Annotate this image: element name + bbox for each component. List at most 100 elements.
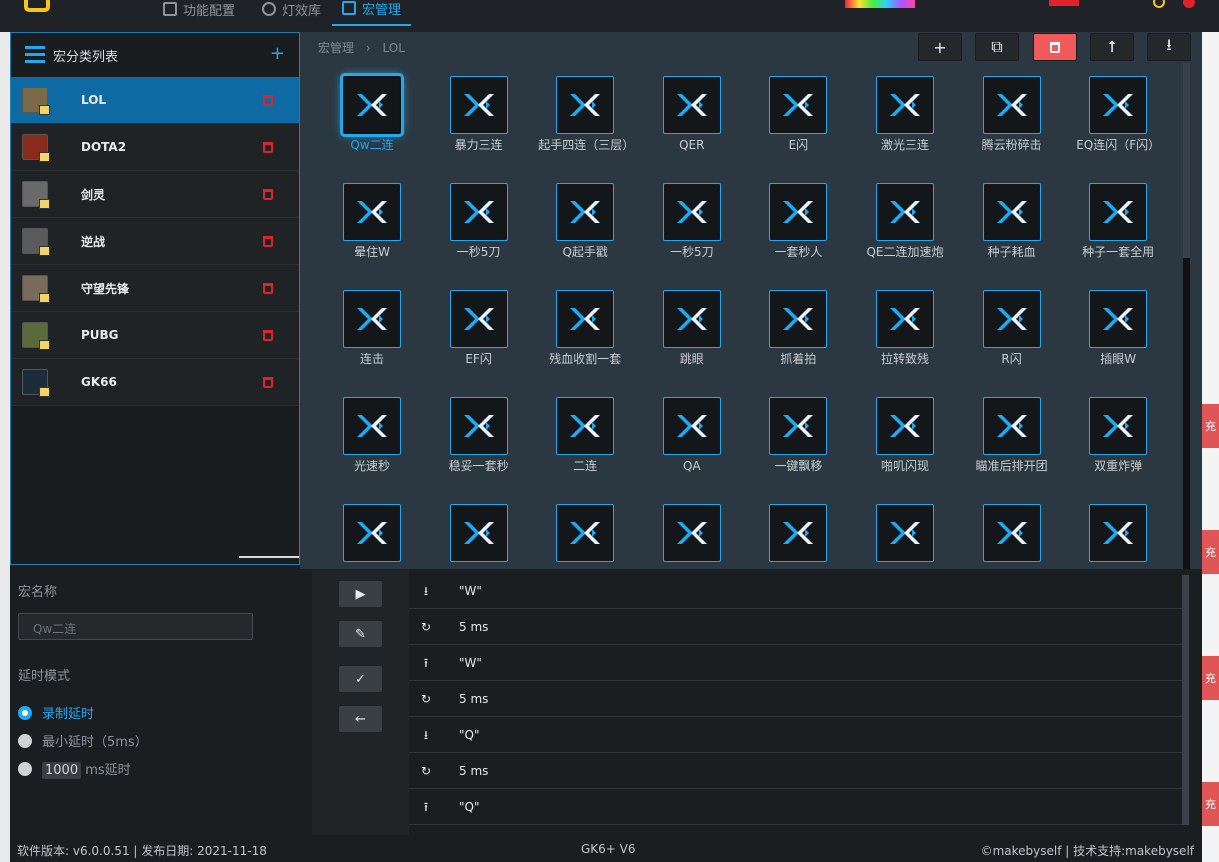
macro-label: 一键飘移	[774, 459, 823, 473]
macro-icon	[556, 76, 615, 134]
macro-step[interactable]: ↻ 5 ms	[409, 753, 1184, 789]
macro-tile[interactable]: EQ连闪（F闪）	[1065, 76, 1171, 152]
macro-icon	[982, 290, 1041, 348]
close-icon[interactable]	[1183, 0, 1195, 8]
macro-tile[interactable]: 插眼W	[1065, 290, 1171, 366]
macro-tile[interactable]: 抓着拍	[745, 290, 851, 366]
macro-tile[interactable]: 稳妥一套秒	[426, 397, 532, 473]
trash-icon[interactable]	[263, 235, 273, 247]
trash-icon[interactable]	[263, 329, 273, 341]
radio-custom-delay[interactable]: 1000 ms延时	[18, 759, 131, 779]
macro-icon	[769, 290, 828, 348]
macro-step[interactable]: ⭳ "Q"	[409, 717, 1184, 753]
radio-record-delay[interactable]: 录制延时	[18, 703, 94, 722]
grid-scrollbar-thumb[interactable]	[1183, 258, 1190, 573]
macro-tile[interactable]: QER	[639, 76, 745, 152]
nav-tab-lighting[interactable]: 灯效库	[262, 0, 321, 26]
macro-tile[interactable]: QA	[639, 397, 745, 473]
macro-tile[interactable]	[426, 504, 532, 567]
macro-tile[interactable]: EF闪	[426, 290, 532, 366]
macro-tile[interactable]: 暴力三连	[426, 76, 532, 152]
trash-icon[interactable]	[263, 94, 273, 106]
macro-tile[interactable]: 瞄准后排开团	[959, 397, 1065, 473]
trash-icon[interactable]	[263, 141, 273, 153]
category-item[interactable]: 逆战	[11, 218, 299, 265]
export-macro-button[interactable]: ⭳	[1147, 33, 1191, 61]
confirm-button[interactable]: ✓	[339, 666, 382, 692]
breadcrumb-root[interactable]: 宏管理	[318, 41, 354, 55]
macro-tile[interactable]: E闪	[745, 76, 851, 152]
macro-tile[interactable]: 二连	[532, 397, 638, 473]
macro-tile[interactable]	[639, 504, 745, 567]
delete-macro-button[interactable]	[1033, 33, 1077, 61]
category-item[interactable]: LOL	[11, 77, 299, 124]
radio-dot	[18, 733, 32, 748]
macro-label: 抓着拍	[780, 352, 817, 366]
macro-tile[interactable]: 光速秒	[319, 397, 425, 473]
breadcrumb-current: LOL	[382, 41, 405, 55]
macro-tile[interactable]: 一秒5刀	[426, 183, 532, 259]
nav-tab-function-config[interactable]: 功能配置	[163, 0, 235, 26]
macro-tile[interactable]: 跳眼	[639, 290, 745, 366]
window-badge	[1049, 0, 1079, 6]
custom-delay-input[interactable]: 1000	[42, 762, 82, 779]
macro-label: 一秒5刀	[456, 245, 501, 259]
macro-tile[interactable]: Q起手戳	[532, 183, 638, 259]
macro-tile[interactable]: 一键飘移	[745, 397, 851, 473]
macro-tile[interactable]	[532, 504, 638, 567]
category-item[interactable]: PUBG	[11, 312, 299, 359]
macro-step[interactable]: ⭳ "W"	[409, 573, 1184, 609]
category-item[interactable]: DOTA2	[11, 124, 299, 171]
trash-icon[interactable]	[263, 188, 273, 200]
macro-label: Q起手戳	[562, 245, 608, 259]
macro-label: 双重炸弹	[1094, 459, 1143, 473]
macro-tile[interactable]: 啪叽闪现	[852, 397, 958, 473]
macro-tile[interactable]: 种子一套全用	[1065, 183, 1171, 259]
import-macro-button[interactable]: ⭡	[1090, 33, 1134, 61]
back-button[interactable]: ←	[339, 706, 382, 732]
macro-step[interactable]: ⭱ "Q"	[409, 789, 1184, 825]
macro-tile[interactable]: 腾云粉碎击	[959, 76, 1065, 152]
category-thumbnail	[22, 87, 50, 115]
macro-step[interactable]: ↻ 5 ms	[409, 681, 1184, 717]
edit-button[interactable]: ✎	[339, 621, 382, 647]
copy-macro-button[interactable]: ⧉	[975, 33, 1019, 61]
macro-step[interactable]: ⭱ "W"	[409, 645, 1184, 681]
nav-tab-macro[interactable]: 宏管理	[332, 0, 412, 26]
macro-tile[interactable]	[852, 504, 958, 567]
step-text: "Q"	[459, 727, 480, 742]
macro-tile[interactable]: Qw二连	[319, 76, 425, 152]
trash-icon[interactable]	[263, 376, 273, 388]
macro-tile[interactable]: 双重炸弹	[1065, 397, 1171, 473]
macro-tile[interactable]: 晕住W	[319, 183, 425, 259]
category-item[interactable]: 剑灵	[11, 171, 299, 218]
macro-tile[interactable]: 激光三连	[852, 76, 958, 152]
add-macro-button[interactable]: +	[918, 33, 962, 61]
macro-tile[interactable]	[745, 504, 851, 567]
macro-tile[interactable]	[1065, 504, 1171, 567]
macro-tile[interactable]: 一套秒人	[745, 183, 851, 259]
play-button[interactable]: ▶	[339, 581, 382, 607]
step-scrollbar[interactable]	[1182, 575, 1189, 825]
macro-tile[interactable]: 一秒5刀	[639, 183, 745, 259]
macro-tile[interactable]: 起手四连（三层）	[532, 76, 638, 152]
macro-tile[interactable]	[319, 504, 425, 567]
category-item[interactable]: 守望先锋	[11, 265, 299, 312]
macro-tile[interactable]: 连击	[319, 290, 425, 366]
radio-min-delay[interactable]: 最小延时（5ms）	[18, 731, 148, 750]
macro-tile[interactable]: QE二连加速炮	[852, 183, 958, 259]
macro-tile[interactable]: 拉转致残	[852, 290, 958, 366]
macro-tile[interactable]: R闪	[959, 290, 1065, 366]
grid-scrollbar[interactable]	[1183, 63, 1190, 573]
clock-icon: ↻	[420, 619, 432, 634]
macro-tile[interactable]	[959, 504, 1065, 567]
macro-step[interactable]: ↻ 5 ms	[409, 609, 1184, 645]
macro-tile[interactable]: 残血收割一套	[532, 290, 638, 366]
add-category-button[interactable]: +	[270, 43, 285, 64]
macro-tile[interactable]: 种子耗血	[959, 183, 1065, 259]
help-icon[interactable]	[1153, 0, 1165, 8]
trash-icon[interactable]	[263, 282, 273, 294]
category-item[interactable]: GK66	[11, 359, 299, 406]
device-name: GK6+ V6	[581, 842, 636, 856]
macro-name-input[interactable]: Qw二连	[18, 613, 253, 640]
